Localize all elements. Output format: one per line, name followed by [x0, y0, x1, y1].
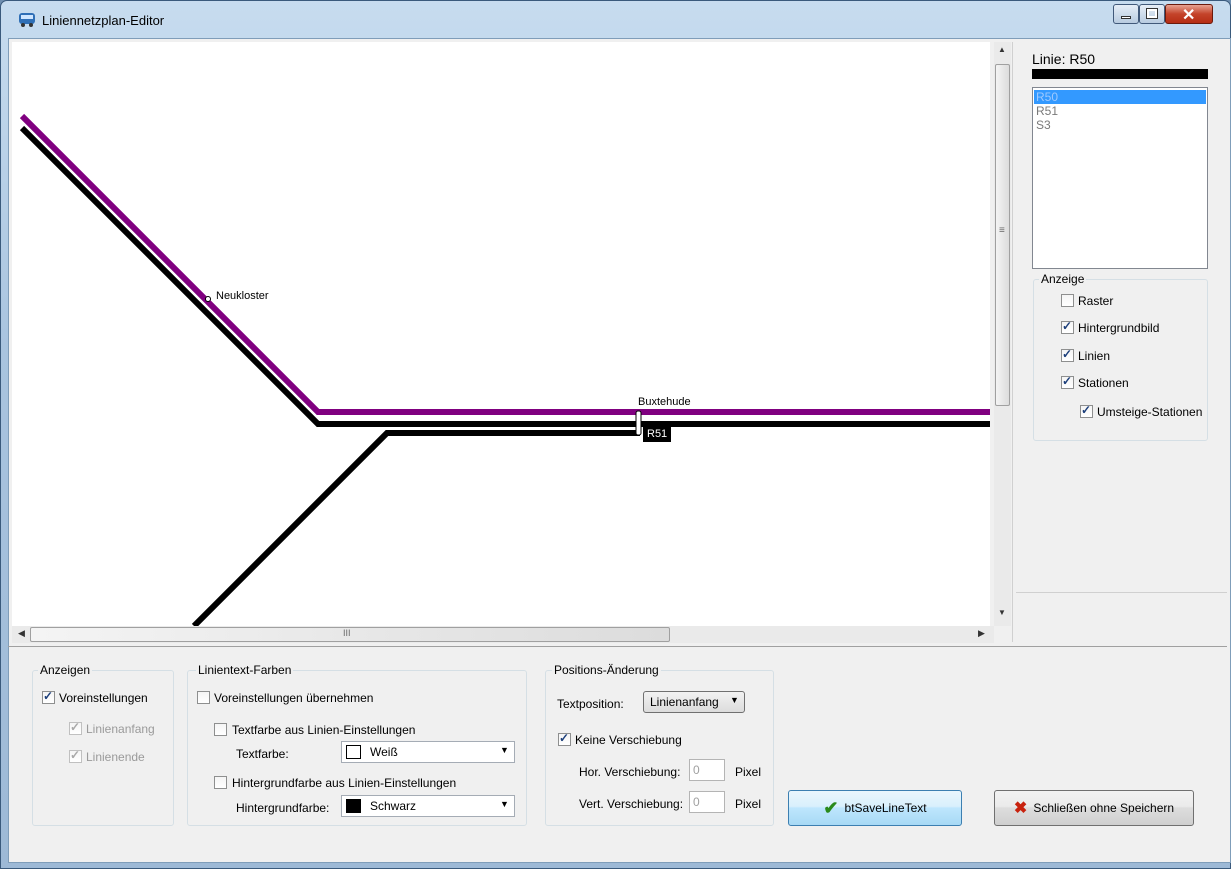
line-end-label: Linienende — [86, 750, 145, 764]
hor-shift-unit: Pixel — [735, 765, 762, 779]
checkmark-icon: ✔ — [823, 797, 839, 818]
defaults-label: Voreinstellungen — [59, 691, 148, 705]
hor-shift-label: Hor. Verschiebung: — [579, 765, 681, 779]
line-title: Linie: R50 — [1032, 51, 1096, 67]
panel-divider — [1016, 592, 1227, 593]
save-line-text-button[interactable]: ✔ btSaveLineText — [788, 790, 962, 826]
network-map — [19, 113, 990, 626]
text-color-combo[interactable]: Weiß ▼ — [341, 741, 515, 763]
window-title: Liniennetzplan-Editor — [42, 13, 165, 28]
line-start-checkbox[interactable] — [69, 720, 82, 735]
text-color-from-line-label: Textfarbe aus Linien-Einstellungen — [232, 723, 416, 737]
text-position-combo[interactable]: Linienanfang ▼ — [643, 691, 745, 713]
list-item[interactable]: R50 — [1034, 90, 1206, 104]
line-black-branch — [191, 430, 640, 626]
map-vertical-scrollbar[interactable]: ▲ ≡ ▼ — [994, 42, 1011, 626]
line-text-label[interactable]: R51 — [643, 427, 672, 442]
text-position-label: Textposition: — [557, 697, 624, 711]
minimize-button[interactable] — [1113, 4, 1139, 24]
vert-shift-input[interactable]: 0 — [689, 791, 725, 813]
close-without-saving-button[interactable]: ✖ Schließen ohne Speichern — [994, 790, 1194, 826]
map-canvas[interactable]: Neukloster Buxtehude R51 — [12, 42, 990, 626]
list-item[interactable]: S3 — [1034, 118, 1206, 132]
scroll-right-icon[interactable]: ▶ — [978, 628, 985, 639]
maximize-button[interactable] — [1139, 4, 1165, 24]
close-window-button[interactable]: ✕ — [1165, 4, 1213, 24]
title-bar[interactable]: Liniennetzplan-Editor ✕ — [0, 0, 1231, 38]
color-swatch — [346, 745, 361, 759]
bg-color-value: Schwarz — [370, 799, 417, 813]
text-position-value: Linienanfang — [650, 695, 719, 709]
maximize-icon — [1146, 8, 1158, 19]
bottom-divider — [8, 646, 1227, 647]
minimize-icon — [1121, 16, 1131, 19]
line-text-colors-legend: Linientext-Farben — [196, 663, 294, 677]
stations-checkbox[interactable] — [1061, 374, 1074, 389]
line-black-main — [19, 125, 990, 427]
transfer-stations-label: Umsteige-Stationen — [1097, 405, 1203, 419]
scroll-left-icon[interactable]: ◀ — [18, 628, 25, 639]
list-item[interactable]: R51 — [1034, 104, 1206, 118]
grip-icon: III — [343, 628, 351, 638]
line-start-label: Linienanfang — [86, 722, 155, 736]
background-image-label: Hintergrundbild — [1078, 321, 1160, 335]
bg-color-label: Hintergrundfarbe: — [236, 801, 330, 815]
line-color-bar — [1032, 69, 1208, 79]
x-icon: ✖ — [1013, 800, 1028, 817]
no-shift-checkbox[interactable] — [558, 731, 571, 746]
position-change-legend: Positions-Änderung — [552, 663, 661, 677]
line-listbox[interactable]: R50 R51 S3 — [1032, 87, 1208, 269]
station-buxtehude-marker — [635, 410, 642, 436]
raster-label: Raster — [1078, 294, 1114, 308]
stations-label: Stationen — [1078, 376, 1129, 390]
dropdown-arrow-icon: ▼ — [730, 695, 739, 705]
show-group-legend: Anzeigen — [38, 663, 93, 677]
scroll-down-icon[interactable]: ▼ — [998, 608, 1006, 617]
dropdown-arrow-icon: ▼ — [500, 799, 509, 809]
station-label-buxtehude: Buxtehude — [638, 396, 691, 408]
text-color-value: Weiß — [370, 745, 398, 759]
bus-icon — [18, 12, 36, 28]
display-group-legend: Anzeige — [1039, 272, 1087, 286]
line-end-checkbox[interactable] — [69, 748, 82, 763]
grip-icon: ≡ — [999, 225, 1005, 236]
defaults-checkbox[interactable] — [42, 689, 55, 704]
text-color-label: Textfarbe: — [236, 747, 289, 761]
vertical-scroll-thumb[interactable]: ≡ — [995, 64, 1010, 406]
map-horizontal-scrollbar[interactable]: ◀ III ▶ — [12, 626, 994, 643]
lines-label: Linien — [1078, 349, 1111, 363]
hor-shift-input[interactable]: 0 — [689, 759, 725, 781]
dropdown-arrow-icon: ▼ — [500, 745, 509, 755]
station-neukloster-marker — [205, 296, 211, 302]
color-swatch — [346, 799, 361, 813]
save-button-label: btSaveLineText — [844, 801, 927, 815]
vert-shift-label: Vert. Verschiebung: — [579, 797, 684, 811]
background-image-checkbox[interactable] — [1061, 319, 1074, 334]
bg-color-combo[interactable]: Schwarz ▼ — [341, 795, 515, 817]
vert-shift-unit: Pixel — [735, 797, 762, 811]
horizontal-scroll-thumb[interactable]: III — [30, 627, 670, 642]
bg-color-from-line-checkbox[interactable] — [214, 776, 227, 789]
scroll-up-icon[interactable]: ▲ — [998, 45, 1006, 54]
bg-color-from-line-label: Hintergrundfarbe aus Linien-Einstellunge… — [232, 776, 457, 790]
line-purple — [19, 113, 990, 415]
transfer-stations-checkbox[interactable] — [1080, 403, 1093, 418]
raster-checkbox[interactable] — [1061, 294, 1074, 307]
close-button-label: Schließen ohne Speichern — [1033, 801, 1175, 815]
text-color-from-line-checkbox[interactable] — [214, 723, 227, 736]
apply-defaults-checkbox[interactable] — [197, 691, 210, 704]
apply-defaults-label: Voreinstellungen übernehmen — [214, 691, 374, 705]
close-icon: ✕ — [1182, 7, 1196, 24]
no-shift-label: Keine Verschiebung — [575, 733, 682, 747]
lines-checkbox[interactable] — [1061, 347, 1074, 362]
station-label-neukloster: Neukloster — [216, 290, 269, 302]
